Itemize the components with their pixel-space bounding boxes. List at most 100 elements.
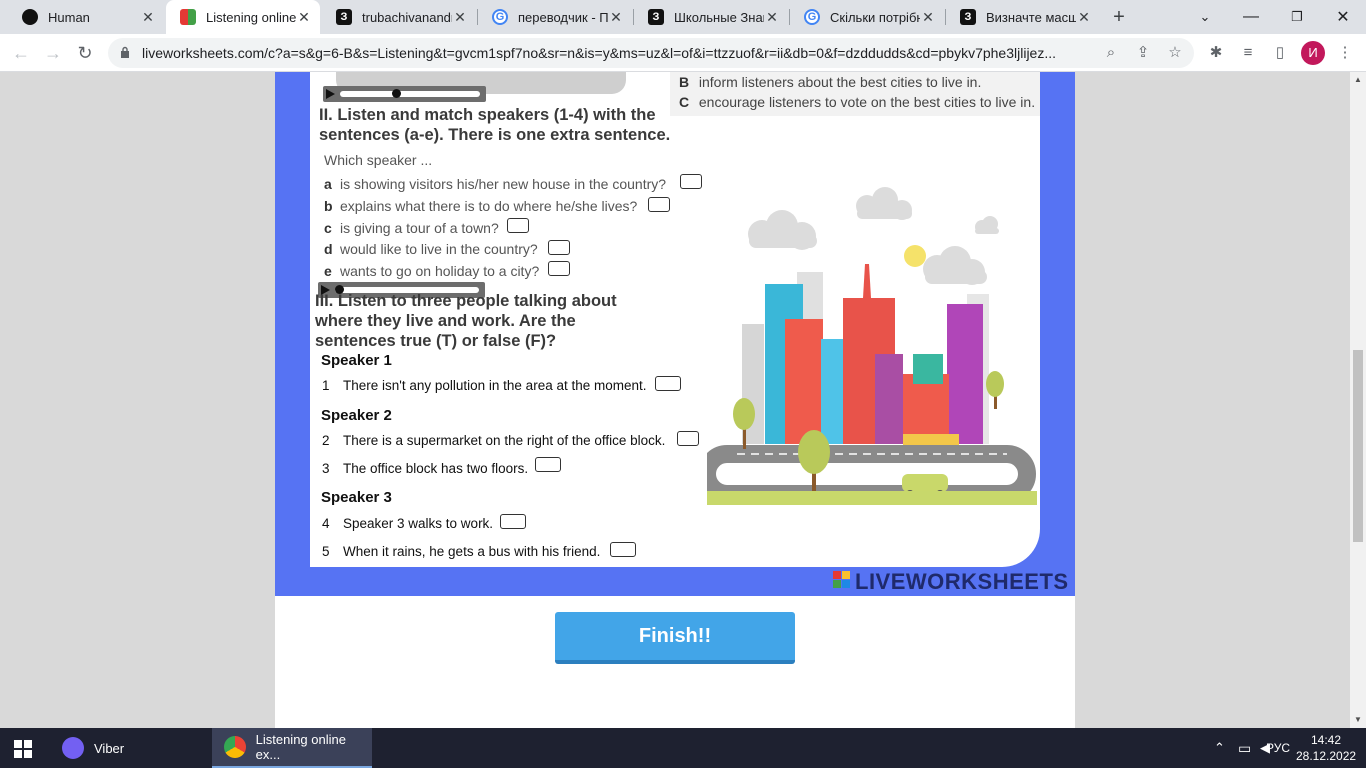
scroll-down-arrow[interactable]: ▼ [1350,712,1366,728]
answer-box-e[interactable] [548,261,570,276]
tf-statement-2: 2 There is a supermarket on the right of … [322,433,665,448]
worksheet: B inform listeners about the best cities… [310,72,1040,567]
city-illustration [707,187,1037,505]
close-icon[interactable]: ✕ [920,9,936,26]
audio-player[interactable] [323,86,486,102]
tab-listening[interactable]: Listening online e ✕ [166,0,320,34]
close-icon[interactable]: ✕ [296,9,312,26]
windows-start-icon[interactable] [14,740,32,758]
section-2-heading: II. Listen and match speakers (1-4) with… [319,106,671,144]
restore-button[interactable]: ❐ [1274,0,1320,34]
close-icon[interactable]: ✕ [140,9,156,26]
tf-answer-box-4[interactable] [500,514,526,529]
page-scrollbar[interactable]: ▲ ▼ [1350,72,1366,728]
section-2-prompt: Which speaker ... [324,152,433,168]
liveworksheets-icon [180,9,196,25]
google-icon: G [804,9,820,25]
language-indicator[interactable]: РУС [1266,728,1290,768]
tab-school-knowledge[interactable]: З Школьные Знан ✕ [634,0,788,34]
minimize-button[interactable]: — [1228,0,1274,34]
section-3-heading: III. Listen to three people talking abou… [315,292,617,350]
option-letter: B [679,74,690,90]
option-c: C encourage listeners to vote on the bes… [679,94,1035,110]
clock-time: 14:42 [1310,733,1342,747]
scroll-up-arrow[interactable]: ▲ [1350,72,1366,88]
tab-search-icon[interactable]: ⌄ [1182,0,1228,34]
answer-box-a[interactable] [680,174,702,189]
statement-number: 2 [322,433,330,448]
browser-toolbar: ← → ↻ liveworksheets.com/c?a=s&g=6-B&s=L… [0,34,1366,72]
close-icon[interactable]: ✕ [452,9,468,26]
tab-scale[interactable]: З Визначте масшт ✕ [946,0,1100,34]
taskbar-app-chrome[interactable]: Listening online ex... [212,728,372,768]
item-letter: e [324,263,332,279]
answer-box-d[interactable] [548,240,570,255]
taskbar-app-label: Viber [94,740,125,756]
share-icon[interactable]: ⇪ [1133,43,1153,63]
option-text: encourage listeners to vote on the best … [698,94,1036,110]
address-bar[interactable]: liveworksheets.com/c?a=s&g=6-B&s=Listeni… [108,38,1194,68]
tf-statement-4: 4 Speaker 3 walks to work. [322,516,493,531]
new-tab-button[interactable]: + [1108,6,1130,28]
statement-number: 3 [322,461,330,476]
match-item-b: b explains what there is to do where he/s… [324,198,637,214]
profile-avatar[interactable]: И [1301,41,1325,65]
page-viewport: B inform listeners about the best cities… [0,72,1350,728]
play-icon[interactable] [326,89,335,99]
url-text[interactable]: liveworksheets.com/c?a=s&g=6-B&s=Listeni… [142,45,1092,61]
audio-progress-knob[interactable] [392,89,401,98]
back-button[interactable]: ← [8,40,34,66]
znanija-icon: З [336,9,352,25]
statement-text: The office block has two floors. [343,461,529,476]
tf-statement-1: 1 There isn't any pollution in the area a… [322,378,647,393]
close-window-button[interactable]: ✕ [1320,0,1366,34]
match-item-a: a is showing visitors his/her new house i… [324,176,666,192]
tab-title: Human [48,9,90,25]
tf-answer-box-2[interactable] [677,431,699,446]
finish-button[interactable]: Finish!! [555,612,795,664]
forward-button[interactable]: → [40,40,66,66]
tray-expand-icon[interactable]: ⌃ [1214,728,1225,768]
side-panel-icon[interactable]: ▯ [1269,42,1291,64]
item-text: explains what there is to do where he/sh… [340,198,638,214]
match-item-d: d would like to live in the country? [324,241,538,257]
tf-statement-5: 5 When it rains, he gets a bus with his f… [322,544,600,559]
network-icon[interactable]: ▭ [1238,728,1251,768]
zoom-icon[interactable]: ⌕ [1101,43,1121,63]
menu-icon[interactable]: ⋮ [1334,42,1356,64]
media-control-icon[interactable]: ≡ [1237,42,1259,64]
reload-button[interactable]: ↻ [72,40,98,66]
scroll-thumb[interactable] [1353,350,1363,542]
tab-title: Визначте масшт [986,9,1076,25]
bookmark-star-icon[interactable]: ☆ [1165,43,1185,63]
answer-box-b[interactable] [648,197,670,212]
statement-number: 4 [322,516,330,531]
audio-progress-track[interactable] [340,91,480,97]
item-text: wants to go on holiday to a city? [340,263,540,279]
tab-how-many[interactable]: G Скільки потрібн ✕ [790,0,944,34]
item-letter: b [324,198,333,214]
tab-translator[interactable]: G переводчик - По ✕ [478,0,632,34]
tf-answer-box-5[interactable] [610,542,636,557]
close-icon[interactable]: ✕ [608,9,624,26]
extensions-icon[interactable]: ✱ [1205,42,1227,64]
viber-icon [62,737,84,759]
option-text: inform listeners about the best cities t… [698,74,982,90]
item-letter: c [324,220,332,236]
answer-box-c[interactable] [507,218,529,233]
tab-title: Школьные Знан [674,9,764,25]
clock-date: 28.12.2022 [1296,749,1357,763]
tab-human[interactable]: Human ✕ [8,0,164,34]
chrome-icon [224,736,246,758]
tab-title: trubachivanandre [362,9,452,25]
close-icon[interactable]: ✕ [764,9,780,26]
taskbar-app-viber[interactable]: Viber [56,728,208,768]
statement-text: There is a supermarket on the right of t… [343,433,666,448]
tf-answer-box-1[interactable] [655,376,681,391]
tf-statement-3: 3 The office block has two floors. [322,461,528,476]
tab-trubachivanandre[interactable]: З trubachivanandre ✕ [322,0,476,34]
close-icon[interactable]: ✕ [1076,9,1092,26]
taskbar-clock[interactable]: 14:42 28.12.2022 [1296,732,1356,764]
match-item-c: c is giving a tour of a town? [324,220,499,236]
tf-answer-box-3[interactable] [535,457,561,472]
